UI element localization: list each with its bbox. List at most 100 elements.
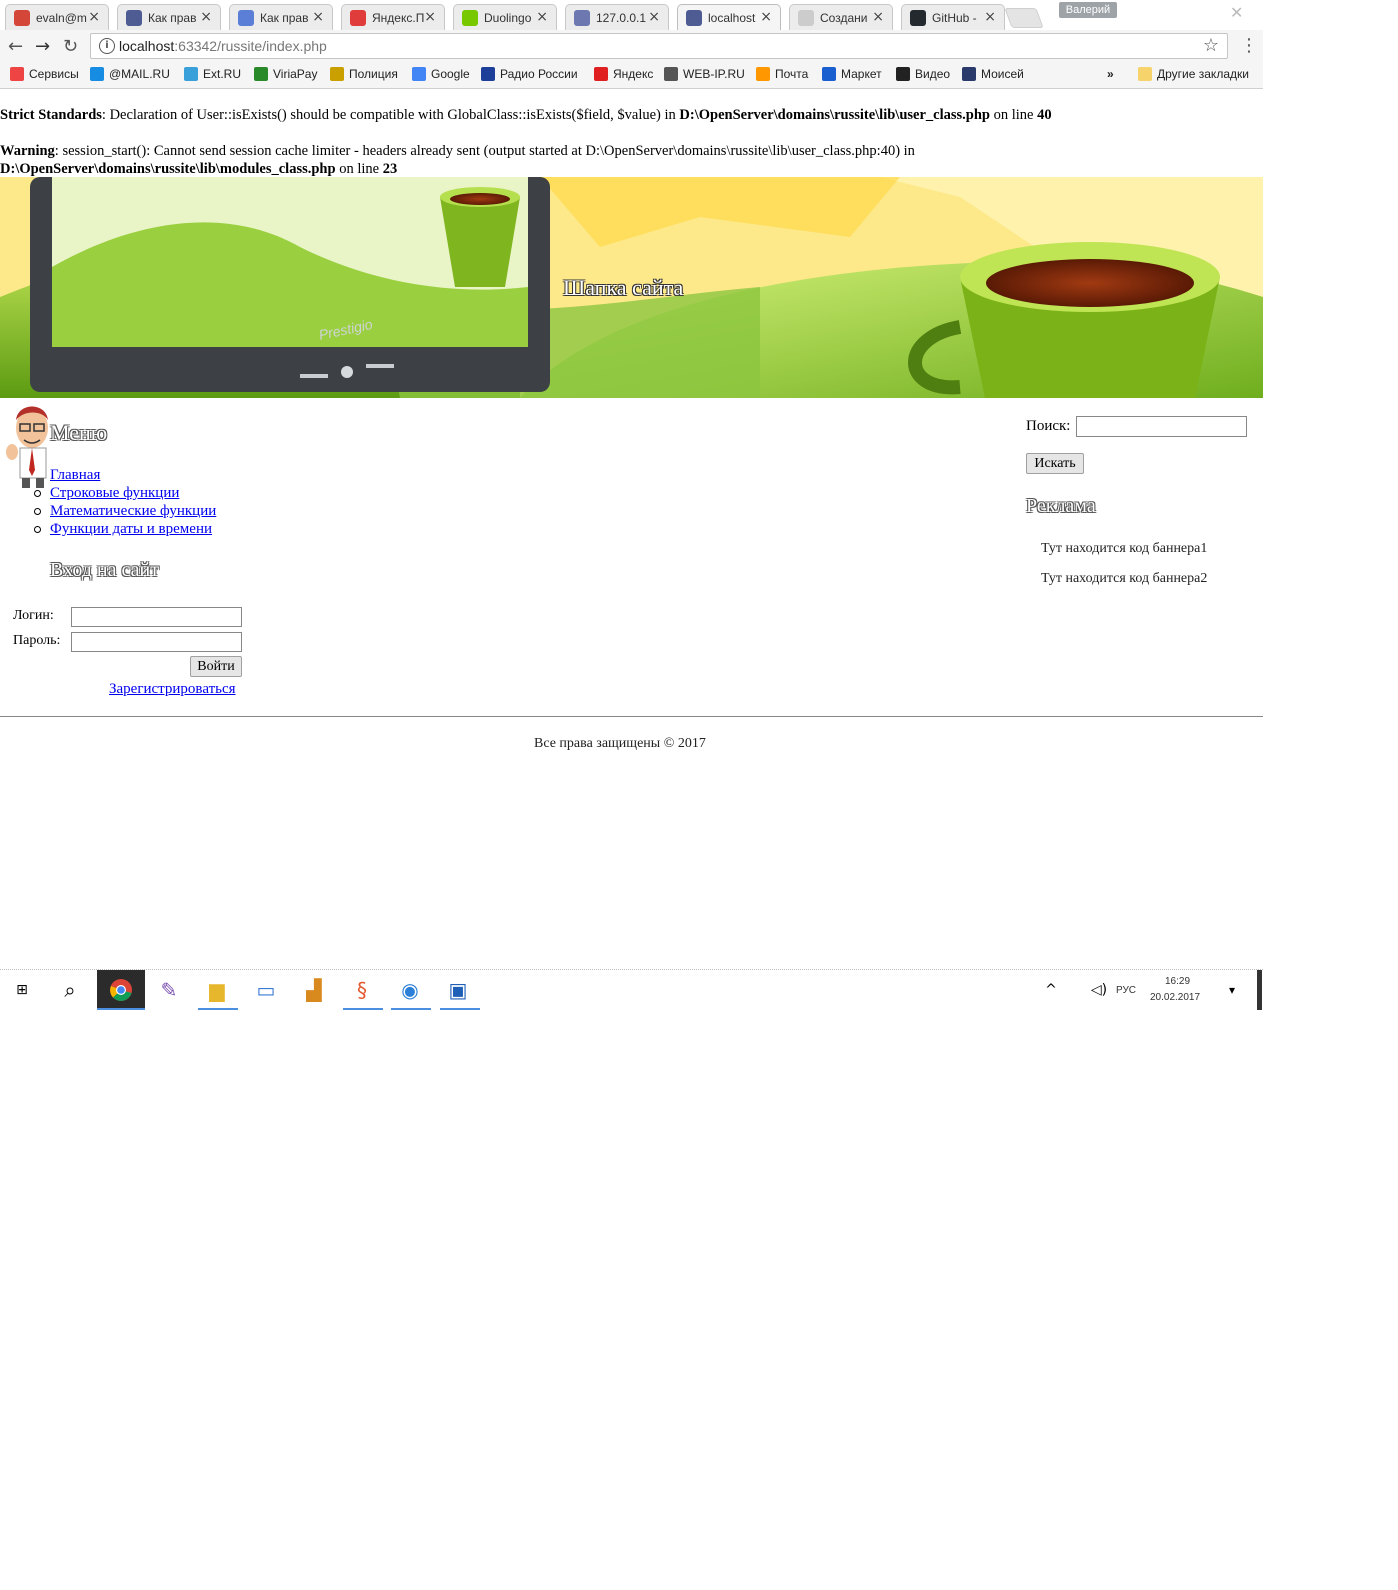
menu-link-math-functions[interactable]: Математические функции (50, 503, 216, 519)
bookmarks-overflow-button[interactable]: » (1107, 67, 1114, 81)
password-input[interactable] (71, 632, 242, 652)
register-link[interactable]: Зарегистрироваться (109, 681, 236, 698)
media-player-icon[interactable]: ◉ (396, 976, 424, 1004)
browser-tab[interactable]: Как прав × (229, 4, 333, 30)
mail-icon (14, 10, 30, 26)
menu-link-home[interactable]: Главная (50, 467, 100, 483)
bookmark-label: Маркет (841, 67, 882, 81)
bookmark-item[interactable]: Почта (756, 67, 808, 81)
bookmark-favicon-icon (822, 67, 836, 81)
bookmark-item[interactable]: Яндекс (594, 67, 653, 81)
phpstorm-icon[interactable]: § (348, 976, 376, 1004)
login-button[interactable]: Войти (190, 656, 242, 677)
ads-heading: Реклама (1026, 495, 1096, 517)
bookmark-item[interactable]: ViriaPay (254, 67, 317, 81)
warning-line-num: 23 (382, 161, 398, 177)
browser-tab[interactable]: localhost × (677, 4, 781, 30)
bookmark-label: Видео (915, 67, 951, 81)
bookmark-item[interactable]: Полиция (330, 67, 398, 81)
show-desktop-button[interactable] (1257, 970, 1262, 1010)
bookmark-item[interactable]: @MAIL.RU (90, 67, 170, 81)
profile-button[interactable]: Валерий (1059, 2, 1117, 18)
url-text[interactable]: localhost:63342/russite/index.php (119, 38, 327, 54)
chrome-taskbar-button[interactable] (97, 970, 145, 1010)
bookmark-label: Почта (775, 67, 809, 81)
menu-link-string-functions[interactable]: Строковые функции (50, 485, 179, 501)
bookmark-label: WEB-IP.RU (683, 67, 745, 81)
tray-time[interactable]: 16:29 (1165, 976, 1190, 987)
search-button[interactable]: Искать (1026, 453, 1084, 474)
bookmark-item[interactable]: Моисей (962, 67, 1024, 81)
yandex-icon (350, 10, 366, 26)
page-icon (798, 10, 814, 26)
onenote-icon[interactable]: ✎ (155, 976, 183, 1004)
url-host: localhost (119, 38, 175, 54)
bookmark-star-icon[interactable]: ☆ (1203, 35, 1219, 56)
search-input[interactable] (1076, 416, 1247, 437)
bookmark-favicon-icon (412, 67, 426, 81)
browser-tab[interactable]: Как прав × (117, 4, 221, 30)
php-icon (126, 10, 142, 26)
windows-taskbar: ⊞ ⌕ ✎ ▆ ▭ ▟ § ◉ ▣ ^ ◁) РУС 16:29 20.02.2… (0, 969, 1263, 1012)
bookmark-label: Яндекс (613, 67, 654, 81)
screenshot-frame: Валерий ✕ evaln@m × Как прав × Как прав × Янде… (0, 0, 1263, 1012)
browser-tab[interactable]: evaln@m × (5, 4, 109, 30)
tab-close-icon[interactable]: × (200, 9, 212, 25)
bookmark-item[interactable]: Радио России (481, 67, 578, 81)
tab-close-icon[interactable]: × (648, 9, 660, 25)
tab-close-icon[interactable]: × (88, 9, 100, 25)
tab-close-icon[interactable]: × (984, 9, 996, 25)
new-tab-button[interactable] (1004, 8, 1044, 28)
strict-line-num: 40 (1037, 107, 1052, 123)
search-icon[interactable]: ⌕ (56, 976, 84, 1004)
notification-icon[interactable]: ▾ (1218, 976, 1246, 1004)
volume-icon[interactable]: ◁) (1085, 976, 1113, 1004)
tab-close-icon[interactable]: × (536, 9, 548, 25)
window-app-icon[interactable]: ▣ (444, 976, 472, 1004)
back-icon[interactable]: ← (8, 36, 23, 57)
info-icon[interactable]: i (99, 38, 115, 54)
tab-close-icon[interactable]: × (424, 9, 436, 25)
tray-language[interactable]: РУС (1116, 985, 1136, 996)
browser-tab[interactable]: Duolingo × (453, 4, 557, 30)
address-bar[interactable]: i localhost:63342/russite/index.php ☆ (90, 33, 1228, 59)
tab-close-icon[interactable]: × (312, 9, 324, 25)
bookmark-favicon-icon (330, 67, 344, 81)
other-bookmarks-folder[interactable]: Другие закладки (1138, 67, 1249, 81)
tab-title: Создани (820, 11, 868, 25)
browser-tab[interactable]: GitHub - × (901, 4, 1005, 30)
browser-tab[interactable]: 127.0.0.1 × (565, 4, 669, 30)
reload-icon[interactable]: ↻ (63, 36, 78, 57)
bookmark-item[interactable]: Google (412, 67, 470, 81)
header-title: Шапка сайта (563, 275, 684, 300)
bookmark-item[interactable]: WEB-IP.RU (664, 67, 745, 81)
password-label: Пароль: (13, 633, 61, 648)
bookmark-item[interactable]: Маркет (822, 67, 882, 81)
banner-1: Тут находится код баннера1 (1041, 541, 1208, 556)
browser-menu-icon[interactable]: ⋮ (1240, 35, 1258, 56)
tab-close-icon[interactable]: × (760, 9, 772, 25)
tab-close-icon[interactable]: × (872, 9, 884, 25)
menu-link-datetime-functions[interactable]: Функции даты и времени (50, 521, 212, 537)
tray-date[interactable]: 20.02.2017 (1150, 992, 1200, 1003)
file-explorer-icon[interactable]: ▆ (203, 976, 231, 1004)
php-icon (686, 10, 702, 26)
start-icon[interactable]: ⊞ (8, 976, 36, 1004)
chart-app-icon[interactable]: ▟ (300, 976, 328, 1004)
main-menu: Главная Строковые функции Математические… (33, 466, 216, 538)
browser-tab[interactable]: Создани × (789, 4, 893, 30)
bookmark-item[interactable]: Видео (896, 67, 950, 81)
forward-icon[interactable]: → (35, 36, 50, 57)
menu-item: Строковые функции (33, 484, 216, 502)
folder-icon (1138, 67, 1152, 81)
tab-strip: Валерий ✕ evaln@m × Как прав × Как прав × Янде… (0, 0, 1263, 30)
warning-line-text: on line (335, 161, 383, 177)
bookmark-item[interactable]: Сервисы (10, 67, 79, 81)
bookmark-favicon-icon (184, 67, 198, 81)
window-close-icon[interactable]: ✕ (1230, 3, 1243, 22)
login-input[interactable] (71, 607, 242, 627)
computer-icon[interactable]: ▭ (252, 976, 280, 1004)
browser-tab[interactable]: Яндекс.П × (341, 4, 445, 30)
bookmark-item[interactable]: Ext.RU (184, 67, 241, 81)
tray-chevron-icon[interactable]: ^ (1037, 976, 1065, 1004)
